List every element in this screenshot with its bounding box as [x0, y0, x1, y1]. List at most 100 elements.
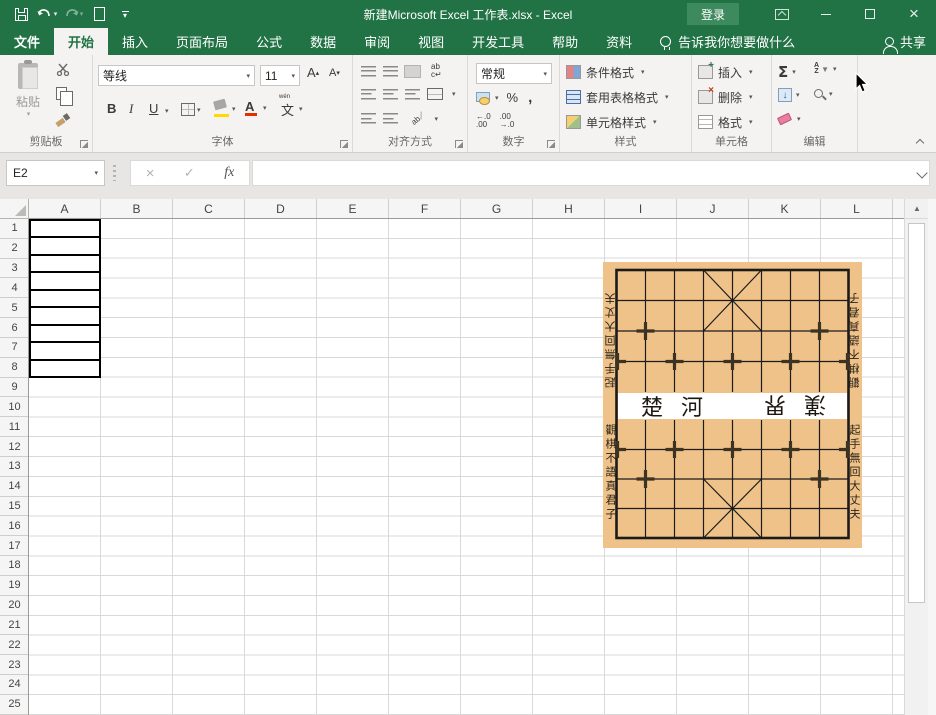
row-header-9[interactable]: 9	[0, 378, 29, 398]
autosum-button[interactable]: Σ▾	[778, 63, 796, 81]
bordered-cell-A9[interactable]	[29, 359, 101, 379]
tab-视图[interactable]: 视图	[404, 28, 458, 55]
column-header-D[interactable]: D	[245, 199, 317, 219]
fill-button[interactable]: ↓▾	[778, 88, 800, 102]
row-header-14[interactable]: 14	[0, 477, 29, 497]
clipboard-dialog-launcher-icon[interactable]	[80, 140, 88, 148]
insert-function-icon[interactable]: fx	[224, 165, 234, 181]
column-header-C[interactable]: C	[173, 199, 245, 219]
save-icon[interactable]	[10, 4, 32, 24]
row-header-19[interactable]: 19	[0, 576, 29, 596]
tab-资料[interactable]: 资料	[592, 28, 646, 55]
orientation-icon[interactable]: ab⟋	[410, 111, 426, 126]
tab-数据[interactable]: 数据	[296, 28, 350, 55]
row-header-2[interactable]: 2	[0, 239, 29, 259]
column-header-A[interactable]: A	[29, 199, 101, 219]
row-header-11[interactable]: 11	[0, 417, 29, 437]
cell-styles-button[interactable]: 单元格样式▾	[566, 111, 657, 133]
xiangqi-board-image[interactable]: 起手無回大丈夫 觀棋不語真君子 觀棋不語真君子 起手無回大丈夫 楚河 漢界	[603, 262, 862, 548]
wrap-text-icon[interactable]: abc↵	[431, 63, 442, 79]
tab-开发工具[interactable]: 开发工具	[458, 28, 538, 55]
find-select-button[interactable]: ▾	[814, 89, 833, 98]
row-header-18[interactable]: 18	[0, 556, 29, 576]
row-header-4[interactable]: 4	[0, 278, 29, 298]
row-header-13[interactable]: 13	[0, 457, 29, 477]
tab-帮助[interactable]: 帮助	[538, 28, 592, 55]
tab-审阅[interactable]: 审阅	[350, 28, 404, 55]
cancel-icon[interactable]: ×	[146, 165, 155, 182]
copy-button[interactable]: ▾	[56, 87, 73, 100]
close-icon[interactable]: ×	[892, 0, 936, 28]
row-header-5[interactable]: 5	[0, 298, 29, 318]
tab-开始[interactable]: 开始	[54, 28, 108, 55]
row-header-3[interactable]: 3	[0, 259, 29, 279]
row-header-15[interactable]: 15	[0, 497, 29, 517]
comma-style-icon[interactable]: ,	[528, 89, 532, 106]
alignment-dialog-launcher-icon[interactable]	[455, 140, 463, 148]
phonetic-guide-button[interactable]: wén文▾	[281, 100, 303, 117]
clear-button[interactable]: ▾	[778, 115, 801, 123]
delete-cells-button[interactable]: 删除▾	[698, 86, 753, 108]
column-header-E[interactable]: E	[317, 199, 389, 219]
column-header-M[interactable]: M	[893, 199, 904, 219]
column-header-H[interactable]: H	[533, 199, 605, 219]
formula-input[interactable]	[252, 160, 930, 186]
row-header-21[interactable]: 21	[0, 616, 29, 636]
align-top-icon[interactable]	[361, 66, 376, 77]
minimize-icon[interactable]	[804, 0, 848, 28]
font-size-combo[interactable]: 11▾	[260, 65, 300, 86]
undo-icon[interactable]: ▾	[36, 4, 58, 24]
decrease-indent-icon[interactable]	[361, 113, 376, 124]
share-button[interactable]: 共享	[885, 28, 926, 55]
align-center-icon[interactable]	[383, 89, 398, 100]
row-header-23[interactable]: 23	[0, 655, 29, 675]
name-box[interactable]: E2 ▾	[6, 160, 105, 186]
format-cells-button[interactable]: 格式▾	[698, 111, 753, 133]
underline-button[interactable]: U	[149, 101, 158, 116]
percent-style-icon[interactable]: %	[507, 90, 519, 105]
row-header-8[interactable]: 8	[0, 358, 29, 378]
underline-dropdown-icon[interactable]: ▾	[165, 107, 169, 115]
column-header-K[interactable]: K	[749, 199, 821, 219]
column-header-G[interactable]: G	[461, 199, 533, 219]
signin-button[interactable]: 登录	[687, 3, 739, 25]
scroll-up-icon[interactable]: ▲	[905, 199, 929, 219]
align-right-icon[interactable]	[405, 89, 420, 100]
tab-页面布局[interactable]: 页面布局	[162, 28, 242, 55]
grow-font-button[interactable]: A▴	[307, 65, 319, 80]
select-all-button[interactable]	[0, 199, 29, 219]
undo-dropdown-icon[interactable]: ▾	[54, 10, 58, 18]
shrink-font-button[interactable]: A▾	[329, 67, 340, 79]
row-header-22[interactable]: 22	[0, 635, 29, 655]
name-box-dropdown-icon[interactable]: ▾	[94, 169, 98, 177]
row-header-20[interactable]: 20	[0, 596, 29, 616]
vertical-scrollbar[interactable]: ▲	[904, 199, 928, 715]
row-header-7[interactable]: 7	[0, 338, 29, 358]
enter-icon[interactable]: ✓	[184, 165, 195, 181]
column-header-I[interactable]: I	[605, 199, 677, 219]
row-header-17[interactable]: 17	[0, 536, 29, 556]
row-header-1[interactable]: 1	[0, 219, 29, 239]
format-painter-button[interactable]	[56, 113, 69, 126]
format-as-table-button[interactable]: 套用表格格式▾	[566, 86, 669, 108]
column-header-F[interactable]: F	[389, 199, 461, 219]
number-format-combo[interactable]: 常规▾	[476, 63, 552, 84]
bold-button[interactable]: B	[107, 101, 116, 116]
borders-button[interactable]: ▾	[181, 103, 201, 116]
tab-file[interactable]: 文件	[0, 28, 54, 55]
font-color-button[interactable]: A ▾	[245, 99, 267, 116]
maximize-icon[interactable]	[848, 0, 892, 28]
new-document-icon[interactable]	[88, 4, 110, 24]
cut-button[interactable]	[56, 63, 70, 76]
row-header-24[interactable]: 24	[0, 675, 29, 695]
paste-dropdown-icon[interactable]: ▾	[27, 110, 31, 118]
customize-qat-icon[interactable]: ▾	[114, 4, 136, 24]
formula-bar-splitter[interactable]	[113, 165, 116, 181]
sort-filter-button[interactable]: AZ ▼▾	[814, 63, 837, 75]
row-header-10[interactable]: 10	[0, 397, 29, 417]
increase-indent-icon[interactable]	[383, 113, 398, 124]
row-header-25[interactable]: 25	[0, 695, 29, 715]
column-header-J[interactable]: J	[677, 199, 749, 219]
bordered-cells-a1-a9[interactable]	[29, 219, 101, 378]
font-dialog-launcher-icon[interactable]	[340, 140, 348, 148]
